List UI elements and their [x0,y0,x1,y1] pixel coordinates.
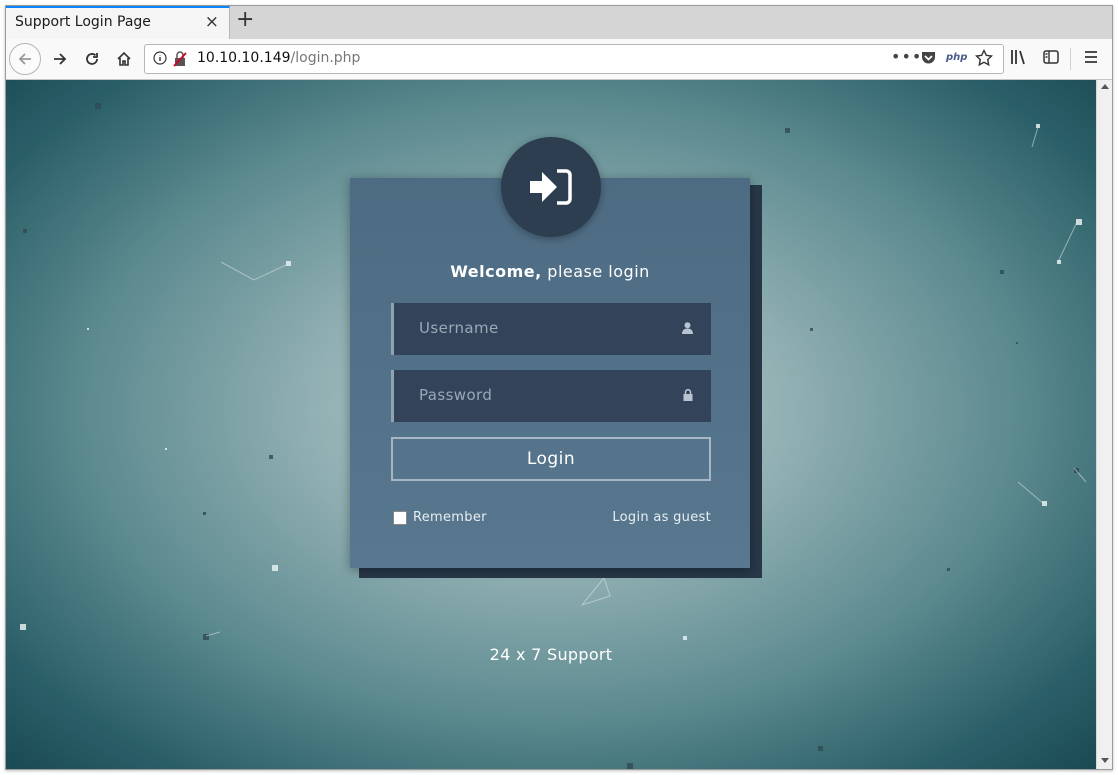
url-bar[interactable]: 10.10.10.149/login.php ••• php [144,44,1004,74]
sidebar-icon[interactable] [1042,48,1060,66]
insecure-lock-icon[interactable] [173,51,187,67]
info-icon[interactable] [153,51,167,65]
login-as-guest-link[interactable]: Login as guest [566,510,711,525]
login-area: Welcome, please login Login Remember Log… [6,80,1096,769]
remember-checkbox[interactable] [393,510,407,525]
page-actions-button[interactable]: ••• [891,47,922,66]
library-icon[interactable] [1009,48,1027,66]
url-text[interactable]: 10.10.10.149/login.php [197,50,360,66]
forward-button[interactable] [46,45,74,73]
login-button[interactable]: Login [391,437,711,481]
close-tab-icon[interactable]: × [205,12,219,32]
star-icon[interactable] [975,49,993,67]
navigation-bar: 10.10.10.149/login.php ••• php [6,39,1112,80]
pocket-icon[interactable] [920,50,937,66]
url-path: /login.php [290,50,361,66]
menu-icon[interactable] [1082,48,1100,66]
back-button[interactable] [9,43,41,75]
login-avatar [501,137,601,237]
vertical-scrollbar[interactable] [1096,80,1112,769]
url-host: 10.10.10.149 [197,50,291,66]
tab-title: Support Login Page [15,14,151,30]
tab-bar: Support Login Page × + [6,6,1112,39]
home-icon [117,51,131,66]
remember-label[interactable]: Remember [413,510,487,525]
password-input[interactable] [394,370,689,420]
home-button[interactable] [110,45,138,73]
reload-icon [86,53,98,65]
browser-window: Support Login Page × + 10.10.10.149/logi… [5,5,1113,770]
php-badge[interactable]: php [946,52,967,63]
new-tab-button[interactable]: + [236,7,254,32]
username-input[interactable] [394,303,689,353]
tab-support-login[interactable]: Support Login Page × [6,6,230,39]
password-field[interactable] [391,370,711,422]
sign-in-icon [530,169,572,205]
scroll-up-arrow-icon[interactable] [1101,84,1109,89]
welcome-rest: please login [541,262,650,281]
back-icon [18,53,31,65]
lock-icon [683,389,693,401]
toolbar-separator [1070,48,1071,70]
username-field[interactable] [391,303,711,355]
forward-icon [54,53,67,65]
reload-button[interactable] [78,45,106,73]
user-icon [682,322,693,334]
scroll-down-arrow-icon[interactable] [1101,758,1109,763]
remember-option[interactable]: Remember [393,510,487,525]
support-text: 24 x 7 Support [489,645,613,664]
welcome-heading: Welcome, please login [350,262,750,281]
welcome-bold: Welcome, [450,262,542,281]
